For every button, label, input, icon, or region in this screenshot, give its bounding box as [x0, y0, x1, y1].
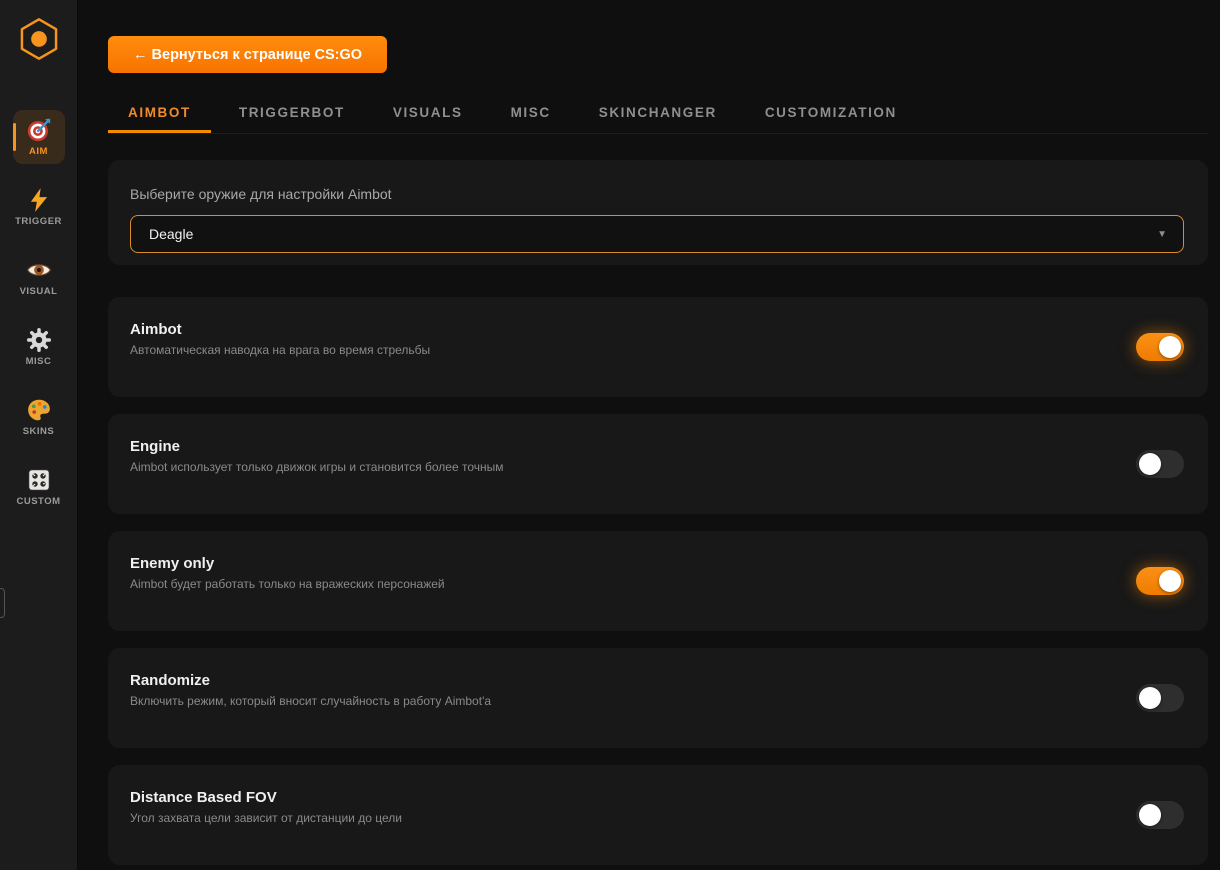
tab-visuals[interactable]: VISUALS: [373, 94, 483, 133]
sidebar-item-label: VISUAL: [20, 286, 58, 297]
sidebar-item-label: AIM: [29, 146, 48, 157]
tab-customization[interactable]: CUSTOMIZATION: [745, 94, 917, 133]
back-to-csgo-button[interactable]: ← Вернуться к странице CS:GO: [108, 36, 387, 73]
setting-description: Включить режим, который вносит случайнос…: [130, 694, 491, 708]
setting-title: Randomize: [130, 672, 491, 689]
tab-misc[interactable]: MISC: [491, 94, 571, 133]
toggle-knob: [1139, 804, 1161, 826]
sidebar-item-misc[interactable]: MISC: [13, 320, 65, 374]
toggle-knob: [1159, 336, 1181, 358]
sidebar-item-label: TRIGGER: [15, 216, 62, 227]
sidebar-item-skins[interactable]: SKINS: [13, 390, 65, 444]
weapon-select-card: Выберите оружие для настройки Aimbot Dea…: [108, 160, 1208, 265]
main-panel: ← Вернуться к странице CS:GO AIMBOT TRIG…: [78, 0, 1220, 870]
lightning-icon: [26, 187, 52, 213]
sidebar-item-label: SKINS: [23, 426, 55, 437]
toggle-distance-based-fov[interactable]: [1136, 801, 1184, 829]
setting-title: Distance Based FOV: [130, 789, 402, 806]
tab-triggerbot[interactable]: TRIGGERBOT: [219, 94, 365, 133]
setting-card-aimbot: Aimbot Автоматическая наводка на врага в…: [108, 297, 1208, 397]
sidebar-item-aim[interactable]: AIM: [13, 110, 65, 164]
setting-card-engine: Engine Aimbot использует только движок и…: [108, 414, 1208, 514]
toggle-aimbot[interactable]: [1136, 333, 1184, 361]
sidebar-scrollbar-thumb[interactable]: [0, 588, 5, 618]
toggle-knob: [1139, 453, 1161, 475]
setting-title: Enemy only: [130, 555, 445, 572]
sidebar-item-label: CUSTOM: [17, 496, 61, 507]
tab-skinchanger[interactable]: SKINCHANGER: [579, 94, 737, 133]
chevron-down-icon: ▼: [1157, 229, 1167, 240]
toggle-knob: [1139, 687, 1161, 709]
sidebar-item-trigger[interactable]: TRIGGER: [13, 180, 65, 234]
sidebar-item-visual[interactable]: VISUAL: [13, 250, 65, 304]
setting-description: Автоматическая наводка на врага во время…: [130, 343, 430, 357]
sidebar-item-label: MISC: [26, 356, 52, 367]
setting-card-distance-based-fov: Distance Based FOV Угол захвата цели зав…: [108, 765, 1208, 865]
setting-card-randomize: Randomize Включить режим, который вносит…: [108, 648, 1208, 748]
sidebar: AIM TRIGGER VISUAL: [0, 0, 78, 870]
app-window: { "colors": { "accent": "#f7941d", "butt…: [0, 0, 1220, 870]
setting-description: Aimbot будет работать только на вражески…: [130, 577, 445, 591]
sidebar-item-custom[interactable]: CUSTOM: [13, 460, 65, 514]
tab-aimbot[interactable]: AIMBOT: [108, 94, 211, 133]
hexagon-dot-logo-icon: [16, 16, 62, 67]
setting-card-enemy-only: Enemy only Aimbot будет работать только …: [108, 531, 1208, 631]
weapon-select-value: Deagle: [149, 226, 193, 242]
control-knobs-icon: [26, 467, 52, 493]
toggle-randomize[interactable]: [1136, 684, 1184, 712]
setting-description: Aimbot использует только движок игры и с…: [130, 460, 504, 474]
setting-title: Engine: [130, 438, 504, 455]
tab-bar: AIMBOT TRIGGERBOT VISUALS MISC SKINCHANG…: [108, 94, 1208, 134]
weapon-select[interactable]: Deagle ▼: [130, 215, 1184, 253]
app-logo[interactable]: [16, 18, 62, 64]
gear-icon: [26, 327, 52, 353]
toggle-enemy-only[interactable]: [1136, 567, 1184, 595]
sidebar-nav: AIM TRIGGER VISUAL: [13, 110, 65, 530]
setting-title: Aimbot: [130, 321, 430, 338]
target-icon: [26, 117, 52, 143]
settings-list: Выберите оружие для настройки Aimbot Dea…: [108, 160, 1208, 865]
toggle-knob: [1159, 570, 1181, 592]
palette-icon: [26, 397, 52, 423]
weapon-select-label: Выберите оружие для настройки Aimbot: [130, 186, 1184, 202]
toggle-engine[interactable]: [1136, 450, 1184, 478]
setting-description: Угол захвата цели зависит от дистанции д…: [130, 811, 402, 825]
eye-icon: [26, 257, 52, 283]
